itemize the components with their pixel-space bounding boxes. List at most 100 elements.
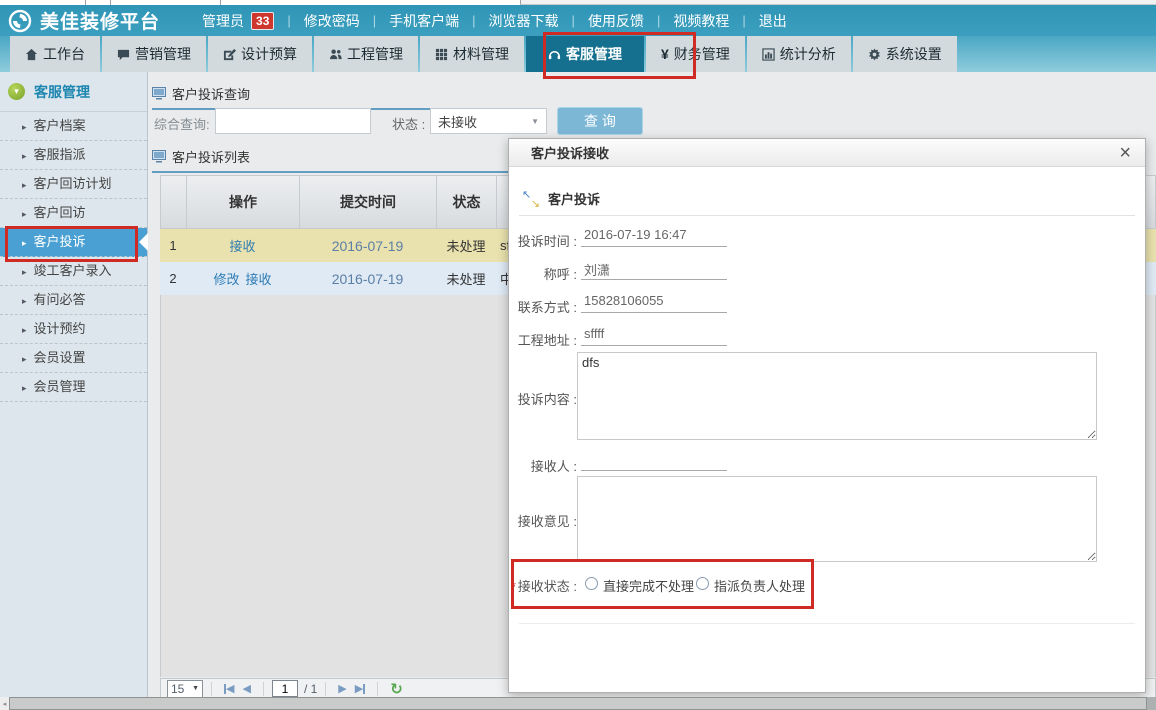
scrollbar-thumb[interactable] xyxy=(9,697,1147,710)
sidebar-item-label: 设计预约 xyxy=(34,321,86,336)
chat-icon xyxy=(117,48,130,61)
sidebar-item-visit-plan[interactable]: ▸ 客户回访计划 xyxy=(0,170,147,199)
page-number-input[interactable] xyxy=(272,680,298,697)
topbar-link-video-tutorial[interactable]: 视频教程 xyxy=(673,11,729,31)
list-panel-header: 客户投诉列表 xyxy=(152,147,540,173)
status-select[interactable]: 未接收 ▼ xyxy=(430,108,547,134)
refresh-icon[interactable]: ↻ xyxy=(390,680,403,698)
project-address-value: sffff xyxy=(581,326,727,346)
query-button[interactable]: 查 询 xyxy=(557,107,643,135)
bullet-icon: ▸ xyxy=(22,122,27,132)
sidebar-item-member-settings[interactable]: ▸会员设置 xyxy=(0,344,147,373)
sidebar-item-label: 竣工客户录入 xyxy=(34,263,112,278)
sidebar-item-completed-entry[interactable]: ▸ 竣工客户录入 xyxy=(0,257,147,286)
section-title: 客户投诉 xyxy=(548,189,600,208)
last-page-button[interactable]: ▶ xyxy=(355,682,365,695)
user-name[interactable]: 管理员 xyxy=(202,11,244,31)
tab-engineering[interactable]: 工程管理 xyxy=(314,36,418,72)
page-size-select[interactable]: 15 ▼ xyxy=(167,680,203,698)
search-input[interactable] xyxy=(215,108,371,134)
tab-workbench[interactable]: 工作台 xyxy=(10,36,100,72)
prev-page-button[interactable]: ◀ xyxy=(242,682,250,695)
sidebar-item-customer-files[interactable]: ▸客户档案 xyxy=(0,112,147,141)
divider: | xyxy=(657,13,660,28)
radio-label-complete[interactable]: 直接完成不处理 xyxy=(603,576,694,595)
complaint-content-textarea[interactable]: dfs xyxy=(577,352,1097,440)
monitor-icon xyxy=(152,87,166,100)
tab-design-budget[interactable]: 设计预算 xyxy=(208,36,312,72)
first-page-button[interactable]: ◀ xyxy=(224,682,234,695)
dialog-title: 客户投诉接收 xyxy=(531,143,609,162)
tab-label: 工作台 xyxy=(43,44,85,64)
prev-icon: ◀ xyxy=(226,682,234,695)
customer-name-label: 称呼 : xyxy=(513,264,577,283)
bullet-icon: ▸ xyxy=(22,151,27,161)
tab-system-settings[interactable]: 系统设置 xyxy=(853,36,957,72)
close-icon[interactable]: × xyxy=(1119,143,1131,163)
app-screen: 美佳装修平台 管理员 33 | 修改密码 | 手机客户端 | 浏览器下载 | 使… xyxy=(0,0,1156,710)
tab-marketing[interactable]: 营销管理 xyxy=(102,36,206,72)
tab-statistics[interactable]: 统计分析 xyxy=(747,36,851,72)
grid-icon xyxy=(435,48,448,61)
sidebar-item-customer-complaint[interactable]: ▸客户投诉 xyxy=(0,228,147,257)
bullet-icon: ▸ xyxy=(22,267,27,277)
next-page-button[interactable]: ▶ xyxy=(338,682,346,695)
edit-icon xyxy=(223,48,236,61)
query-panel-title: 客户投诉查询 xyxy=(172,84,250,103)
topbar-link-logout[interactable]: 退出 xyxy=(759,11,787,31)
tab-customer-service[interactable]: 客服管理 xyxy=(526,36,644,72)
notification-badge[interactable]: 33 xyxy=(251,12,274,30)
receiver-input[interactable] xyxy=(581,451,727,471)
divider xyxy=(325,682,326,696)
chart-icon xyxy=(762,48,775,61)
collapse-arrows-icon: ↖ ↘ xyxy=(523,191,539,207)
sidebar-item-member-management[interactable]: ▸会员管理 xyxy=(0,373,147,402)
receive-opinion-textarea[interactable] xyxy=(577,476,1097,562)
sidebar-item-design-appointment[interactable]: ▸ 设计预约 xyxy=(0,315,147,344)
radio-assign-handler[interactable] xyxy=(696,577,709,590)
tab-label: 材料管理 xyxy=(453,44,509,64)
sidebar-item-service-assign[interactable]: ▸ 客服指派 xyxy=(0,141,147,170)
row-index: 1 xyxy=(160,229,186,262)
bullet-icon: ▸ xyxy=(22,209,27,219)
sidebar-item-label: 客户回访计划 xyxy=(34,176,112,191)
sidebar-item-customer-visit[interactable]: ▸客户回访 xyxy=(0,199,147,228)
topbar-link-change-password[interactable]: 修改密码 xyxy=(304,11,360,31)
sidebar-header[interactable]: ▾ 客服管理 xyxy=(0,72,147,112)
bullet-icon: ▸ xyxy=(22,180,27,190)
divider: | xyxy=(287,13,290,28)
yen-icon: ¥ xyxy=(661,46,669,62)
collapse-circle-icon[interactable]: ▾ xyxy=(8,83,25,100)
bullet-icon: ▸ xyxy=(22,325,27,335)
receive-opinion-label: 接收意见 : xyxy=(513,511,577,530)
bar-icon xyxy=(363,684,365,694)
sidebar-item-label: 客服指派 xyxy=(34,147,86,162)
horizontal-scrollbar[interactable]: ◂ xyxy=(0,697,1156,710)
scroll-left-icon[interactable]: ◂ xyxy=(0,697,9,710)
submit-time-cell: 2016-07-19 xyxy=(299,229,436,262)
topbar-link-feedback[interactable]: 使用反馈 xyxy=(588,11,644,31)
home-icon xyxy=(25,48,38,61)
sidebar-item-label: 会员管理 xyxy=(34,379,86,394)
tab-finance[interactable]: ¥ 财务管理 xyxy=(646,36,745,72)
divider xyxy=(211,682,212,696)
chevron-down-icon: ▼ xyxy=(192,685,199,692)
tab-label: 营销管理 xyxy=(135,44,191,64)
headset-icon xyxy=(548,48,561,61)
radio-complete-no-handle[interactable] xyxy=(585,577,598,590)
receiver-label: 接收人 : xyxy=(513,456,577,475)
receive-link[interactable]: 接收 xyxy=(246,269,272,288)
sidebar-item-qa[interactable]: ▸有问必答 xyxy=(0,286,147,315)
divider xyxy=(519,623,1135,624)
edit-link[interactable]: 修改 xyxy=(213,269,239,288)
sidebar-item-label: 会员设置 xyxy=(34,350,86,365)
topbar-link-mobile-client[interactable]: 手机客户端 xyxy=(389,11,459,31)
arrow-down-right-icon: ↘ xyxy=(531,197,540,210)
receive-link[interactable]: 接收 xyxy=(229,236,255,255)
tab-materials[interactable]: 材料管理 xyxy=(420,36,524,72)
radio-label-assign[interactable]: 指派负责人处理 xyxy=(714,576,805,595)
topbar-link-browser-download[interactable]: 浏览器下载 xyxy=(489,11,559,31)
dialog-header[interactable]: 客户投诉接收 × xyxy=(509,139,1145,167)
bullet-icon: ▸ xyxy=(22,296,27,306)
bullet-icon: ▸ xyxy=(22,238,27,248)
